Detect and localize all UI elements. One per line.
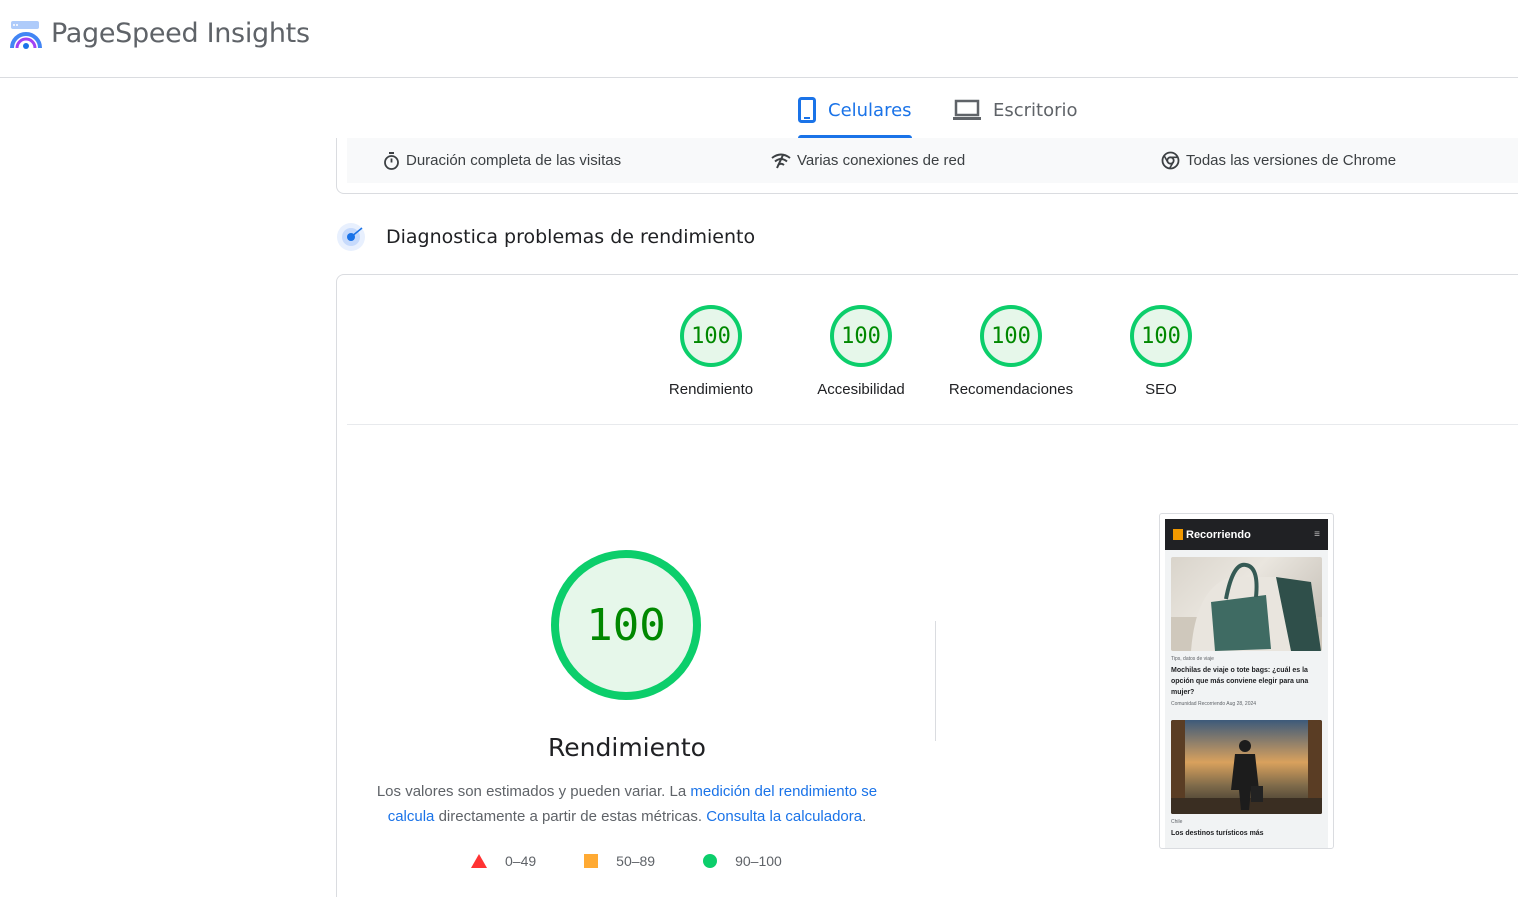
tote-bag-photo [1171,557,1322,651]
score-seo[interactable]: 100 SEO [1086,305,1236,398]
score-accessibility[interactable]: 100 Accesibilidad [786,305,936,398]
condition-label: Varias conexiones de red [797,152,966,169]
post-category: Tips, datos de viaje [1171,656,1214,662]
diagnose-title: Diagnostica problemas de rendimiento [386,226,756,248]
desc-text: . [862,808,867,825]
score-label: Recomendaciones [948,381,1074,398]
diagnose-section-header: Diagnostica problemas de rendimiento [336,222,755,252]
condition-visit-duration: Duración completa de las visitas [383,138,621,183]
legend-range: 90–100 [735,853,782,869]
condition-network: Varias conexiones de red [771,138,965,183]
condition-label: Duración completa de las visitas [406,152,622,169]
condition-label: Todas las versiones de Chrome [1186,152,1397,169]
legend-average: 50–89 [584,853,655,869]
fail-triangle-icon [471,854,487,868]
tote-bag-illustration [1171,562,1322,651]
tab-desktop[interactable]: Escritorio [953,82,1078,138]
tab-mobile-label: Celulares [828,99,912,121]
traveler-illustration [1171,720,1322,814]
performance-title: Rendimiento [548,733,706,762]
pagespeed-logo-icon[interactable] [8,18,44,54]
tab-desktop-label: Escritorio [993,99,1078,121]
laptop-icon [953,99,981,120]
score-gauge: 100 [980,305,1042,367]
smartphone-icon [798,97,816,123]
report-card: 100 Rendimiento 100 Accesibilidad 100 Re… [336,274,1518,897]
score-performance[interactable]: 100 Rendimiento [636,305,786,398]
runner-logo-icon [1173,529,1183,540]
chrome-icon [1161,151,1180,170]
desc-text: Los valores son estimados y pueden varia… [376,783,691,800]
legend-range: 50–89 [616,853,656,869]
score-legend: 0–49 50–89 90–100 [471,853,782,869]
category-scores: 100 Rendimiento 100 Accesibilidad 100 Re… [347,275,1518,425]
network-icon [771,153,791,168]
pass-circle-icon [703,854,718,868]
score-label: Rendimiento [668,381,754,398]
legend-range: 0–49 [505,853,537,869]
legend-pass: 90–100 [703,853,782,869]
average-square-icon [584,854,599,868]
condition-chrome: Todas las versiones de Chrome [1161,138,1396,183]
post-headline: Los destinos turísticos más [1171,830,1264,837]
calculator-link[interactable]: Consulta la calculadora [706,808,862,825]
post-meta: Comunidad Recorriendo Aug 28, 2024 [1171,701,1257,707]
screenshot-body: Tips, datos de viaje Mochilas de viaje o… [1165,550,1328,848]
screenshot-site-header: Recorriendo ≡ [1165,519,1328,550]
final-screenshot[interactable]: Recorriendo ≡ Tips, datos de viaje Mochi… [1159,513,1334,849]
desc-text: directamente a partir de estas métricas. [434,808,707,825]
score-best-practices[interactable]: 100 Recomendaciones [936,305,1086,398]
timer-icon [384,151,399,170]
legend-fail: 0–49 [471,853,536,869]
top-header: PageSpeed Insights [0,0,1518,78]
performance-gauge: 100 [551,550,701,700]
score-gauge: 100 [830,305,892,367]
traveler-photo [1171,720,1322,814]
app-title[interactable]: PageSpeed Insights [51,18,310,49]
post-category: Chile [1171,819,1183,825]
test-conditions-card: Duración completa de las visitas Varias … [336,138,1518,194]
post-headline: Mochilas de viaje o tote bags: ¿cuál es … [1171,667,1309,696]
tab-mobile[interactable]: Celulares [798,82,912,138]
hamburger-menu-icon: ≡ [1314,529,1320,540]
device-tabs: Celulares Escritorio [798,82,1078,138]
screenshot-brand-text: Recorriendo [1186,528,1251,541]
score-gauge: 100 [680,305,742,367]
score-label: SEO [1145,381,1177,398]
vertical-divider [935,621,936,741]
test-conditions: Duración completa de las visitas Varias … [347,138,1518,183]
score-label: Accesibilidad [817,381,905,398]
diagnose-target-icon [337,223,365,251]
performance-description: Los valores son estimados y pueden varia… [367,779,887,829]
score-gauge: 100 [1130,305,1192,367]
screenshot-brand: Recorriendo [1173,529,1251,541]
